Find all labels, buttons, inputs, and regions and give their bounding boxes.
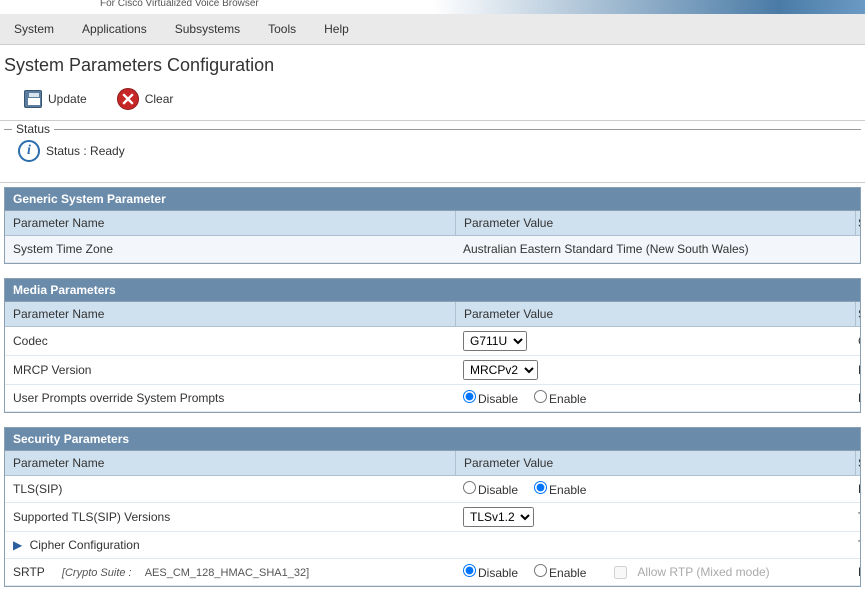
section-security-header: Security Parameters bbox=[5, 428, 860, 451]
supported-tls-select[interactable]: TLSv1.2 bbox=[463, 507, 534, 527]
row-supported-tls: Supported TLS(SIP) Versions TLSv1.2 T bbox=[5, 503, 860, 532]
tls-disable-radio[interactable] bbox=[463, 481, 476, 494]
col-third: S bbox=[855, 451, 860, 475]
mrcp-label: MRCP Version bbox=[5, 357, 455, 383]
allow-rtp-checkbox bbox=[614, 566, 627, 579]
status-text: Status : Ready bbox=[46, 144, 125, 158]
col-parameter-name: Parameter Name bbox=[5, 302, 455, 326]
prompts-disable-option[interactable]: Disable bbox=[463, 390, 518, 406]
srtp-enable-radio[interactable] bbox=[534, 564, 547, 577]
srtp-disable-radio[interactable] bbox=[463, 564, 476, 577]
column-headers: Parameter Name Parameter Value S bbox=[5, 211, 860, 236]
col-parameter-value: Parameter Value bbox=[455, 451, 855, 475]
row-codec: Codec G711U C bbox=[5, 327, 860, 356]
supported-tls-label: Supported TLS(SIP) Versions bbox=[5, 504, 455, 530]
section-generic-header: Generic System Parameter bbox=[5, 188, 860, 211]
menu-help[interactable]: Help bbox=[310, 18, 363, 40]
col-parameter-name: Parameter Name bbox=[5, 211, 455, 235]
tls-enable-option[interactable]: Enable bbox=[534, 481, 586, 497]
section-media: Media Parameters Parameter Name Paramete… bbox=[4, 278, 861, 413]
row-prompts: User Prompts override System Prompts Dis… bbox=[5, 385, 860, 412]
menu-tools[interactable]: Tools bbox=[254, 18, 310, 40]
menu-system[interactable]: System bbox=[0, 18, 68, 40]
divider bbox=[0, 182, 865, 183]
prompts-enable-radio[interactable] bbox=[534, 390, 547, 403]
update-button[interactable]: Update bbox=[20, 88, 91, 110]
expand-triangle-icon[interactable]: ▶ bbox=[13, 538, 22, 552]
clear-button[interactable]: Clear bbox=[113, 86, 178, 112]
codec-label: Codec bbox=[5, 328, 455, 354]
codec-select[interactable]: G711U bbox=[463, 331, 527, 351]
tls-third: D bbox=[856, 478, 860, 500]
timezone-third bbox=[856, 245, 860, 253]
section-security: Security Parameters Parameter Name Param… bbox=[4, 427, 861, 587]
status-fieldset: Status i Status : Ready bbox=[4, 129, 861, 172]
cipher-third: T bbox=[856, 534, 860, 556]
srtp-third: D bbox=[856, 561, 860, 583]
status-legend: Status bbox=[12, 122, 54, 136]
col-third: S bbox=[855, 211, 860, 235]
timezone-value: Australian Eastern Standard Time (New So… bbox=[455, 238, 856, 260]
section-media-header: Media Parameters bbox=[5, 279, 860, 302]
row-srtp: SRTP [Crypto Suite : AES_CM_128_HMAC_SHA… bbox=[5, 559, 860, 586]
clear-label: Clear bbox=[145, 92, 174, 106]
toolbar: Update Clear bbox=[0, 82, 865, 121]
menu-applications[interactable]: Applications bbox=[68, 18, 161, 40]
mrcp-select[interactable]: MRCPv2 bbox=[463, 360, 538, 380]
codec-third: C bbox=[856, 330, 860, 352]
menubar: System Applications Subsystems Tools Hel… bbox=[0, 14, 865, 45]
col-parameter-name: Parameter Name bbox=[5, 451, 455, 475]
delete-icon bbox=[117, 88, 139, 110]
allow-rtp-label: Allow RTP (Mixed mode) bbox=[637, 565, 769, 579]
prompts-third: D bbox=[856, 387, 860, 409]
col-parameter-value: Parameter Value bbox=[455, 302, 855, 326]
srtp-enable-option[interactable]: Enable bbox=[534, 564, 586, 580]
row-timezone: System Time Zone Australian Eastern Stan… bbox=[5, 236, 860, 263]
prompts-enable-option[interactable]: Enable bbox=[534, 390, 586, 406]
tls-label: TLS(SIP) bbox=[5, 476, 455, 502]
prompts-disable-radio[interactable] bbox=[463, 390, 476, 403]
mrcp-third: M bbox=[856, 359, 860, 381]
info-icon: i bbox=[18, 140, 40, 162]
col-parameter-value: Parameter Value bbox=[455, 211, 855, 235]
column-headers: Parameter Name Parameter Value S bbox=[5, 451, 860, 476]
supported-tls-third: T bbox=[856, 506, 860, 528]
tls-enable-radio[interactable] bbox=[534, 481, 547, 494]
product-subtitle: For Cisco Virtualized Voice Browser bbox=[0, 0, 865, 14]
page-title: System Parameters Configuration bbox=[0, 45, 865, 82]
tls-disable-option[interactable]: Disable bbox=[463, 481, 518, 497]
prompts-label: User Prompts override System Prompts bbox=[5, 385, 455, 411]
cipher-config-label: Cipher Configuration bbox=[30, 538, 140, 552]
section-generic: Generic System Parameter Parameter Name … bbox=[4, 187, 861, 264]
column-headers: Parameter Name Parameter Value S bbox=[5, 302, 860, 327]
srtp-label: SRTP bbox=[13, 565, 45, 579]
update-label: Update bbox=[48, 92, 87, 106]
col-third: S bbox=[855, 302, 860, 326]
menu-subsystems[interactable]: Subsystems bbox=[161, 18, 254, 40]
srtp-disable-option[interactable]: Disable bbox=[463, 564, 518, 580]
timezone-label: System Time Zone bbox=[5, 236, 455, 262]
save-icon bbox=[24, 90, 42, 108]
row-cipher-config[interactable]: ▶ Cipher Configuration T bbox=[5, 532, 860, 559]
row-tls: TLS(SIP) Disable Enable D bbox=[5, 476, 860, 503]
row-mrcp: MRCP Version MRCPv2 M bbox=[5, 356, 860, 385]
